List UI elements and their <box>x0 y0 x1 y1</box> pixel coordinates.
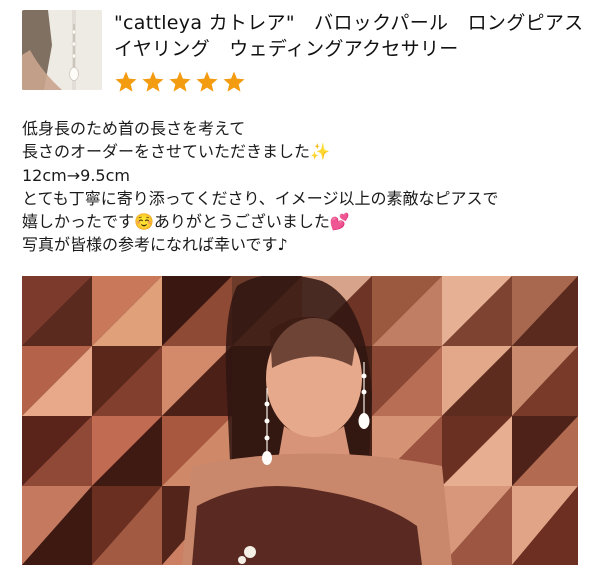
product-thumbnail[interactable] <box>22 10 102 90</box>
review-line: 長さのオーダーをさせていただきました✨ <box>22 142 330 162</box>
earring-photo-icon <box>22 10 102 90</box>
star-rating <box>114 70 246 100</box>
star-icon <box>169 71 191 92</box>
mosaic-portrait-image <box>22 276 578 565</box>
review-line: とても丁寧に寄り添ってくださり、イメージ以上の素敵なピアスで <box>22 188 499 208</box>
review-line: 低身長のため首の長さを考えて <box>22 119 246 138</box>
product-header: "cattleya カトレア" バロックパール ロングピアス イヤリング ウェデ… <box>22 10 600 100</box>
star-icon <box>196 71 218 92</box>
review-text: 低身長のため首の長さを考えて 長さのオーダーをさせていただきました✨ 12cm→… <box>22 117 582 257</box>
review-line: 嬉しかったです☺️ありがとうございました💕 <box>22 212 350 232</box>
review-line: 12cm→9.5cm <box>22 165 130 185</box>
product-title[interactable]: "cattleya カトレア" バロックパール ロングピアス イヤリング ウェデ… <box>114 10 600 62</box>
review-line: 写真が皆様の参考になれば幸いです♪ <box>22 235 288 255</box>
star-icon <box>115 71 137 92</box>
star-icon <box>223 71 245 92</box>
review-photo[interactable] <box>22 276 578 565</box>
star-icon <box>142 71 164 92</box>
